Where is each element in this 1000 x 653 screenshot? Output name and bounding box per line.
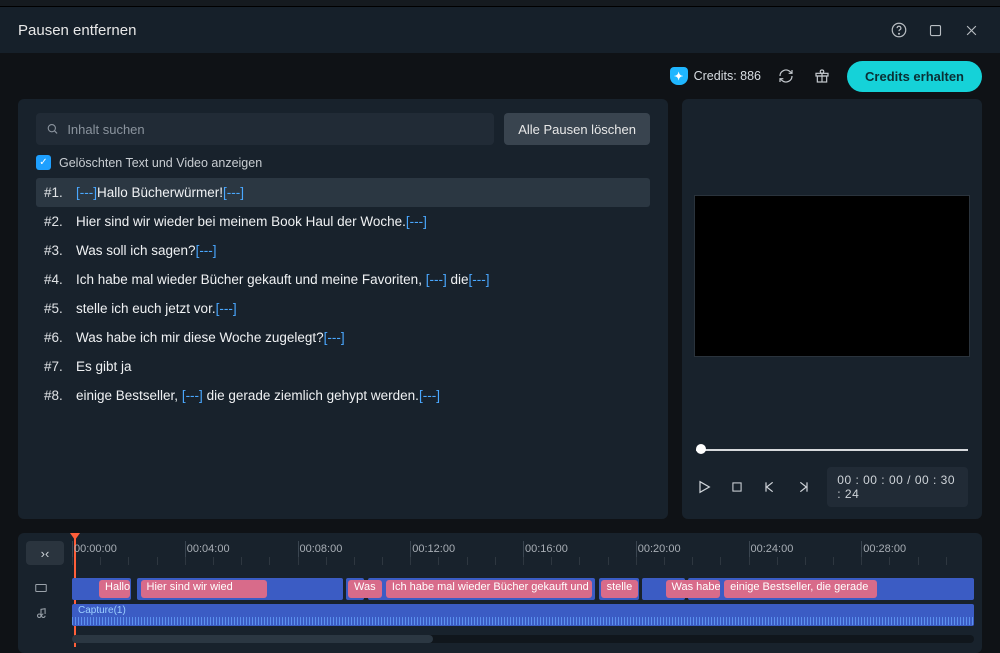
transcript-line[interactable]: #2. Hier sind wir wieder bei meinem Book … bbox=[36, 207, 650, 236]
timecode: 00 : 00 : 00 / 00 : 30 : 24 bbox=[827, 467, 968, 507]
maximize-icon[interactable] bbox=[920, 15, 950, 45]
prev-frame-icon[interactable] bbox=[762, 477, 779, 497]
pause-marker[interactable]: [---] bbox=[76, 185, 97, 200]
delete-all-pauses-button[interactable]: Alle Pausen löschen bbox=[504, 113, 650, 145]
scrub-bar[interactable] bbox=[696, 441, 968, 457]
credits-label: Credits: 886 bbox=[694, 69, 761, 83]
timeline-scrollbar[interactable] bbox=[72, 635, 974, 643]
pause-marker[interactable]: [---] bbox=[223, 185, 244, 200]
transcript-lines: #1.[---]Hallo Bücherwürmer![---]#2.Hier … bbox=[36, 178, 650, 410]
show-deleted-row[interactable]: ✓ Gelöschten Text und Video anzeigen bbox=[36, 155, 650, 170]
clip-label[interactable]: stelle bbox=[601, 580, 639, 598]
audio-clip[interactable]: Capture(1) bbox=[72, 604, 974, 626]
ruler-label: 00:16:00 bbox=[525, 543, 568, 555]
pause-marker[interactable]: [---] bbox=[406, 214, 427, 229]
stop-icon[interactable] bbox=[729, 477, 746, 497]
refresh-icon[interactable] bbox=[775, 65, 797, 87]
transcript-pane: Alle Pausen löschen ✓ Gelöschten Text un… bbox=[18, 99, 668, 519]
ruler-label: 00:20:00 bbox=[638, 543, 681, 555]
snap-button[interactable]: ›‹ bbox=[26, 541, 64, 565]
credits-shield-icon: ✦ bbox=[670, 67, 688, 85]
line-text: die gerade ziemlich gehypt werden. bbox=[203, 388, 419, 403]
line-text: Ich habe mal wieder Bücher gekauft und m… bbox=[76, 272, 426, 287]
show-deleted-checkbox[interactable]: ✓ bbox=[36, 155, 51, 170]
line-number: #5. bbox=[44, 301, 70, 316]
ruler-label: 00:00:00 bbox=[74, 543, 117, 555]
ruler-label: 00:04:00 bbox=[187, 543, 230, 555]
time-ruler[interactable]: 00:00:00 00:04:00 00:08:00 00:12:00 00:16:00… bbox=[72, 541, 974, 575]
titlebar: Pausen entfernen bbox=[0, 7, 1000, 53]
audio-clip-name: Capture(1) bbox=[78, 605, 126, 616]
pause-marker[interactable]: [---] bbox=[196, 243, 217, 258]
pause-marker[interactable]: [---] bbox=[426, 272, 447, 287]
line-number: #1. bbox=[44, 185, 70, 200]
video-track-icon bbox=[34, 581, 56, 598]
line-number: #3. bbox=[44, 243, 70, 258]
transcript-line[interactable]: #4. Ich habe mal wieder Bücher gekauft un… bbox=[36, 265, 650, 294]
search-icon bbox=[46, 122, 59, 136]
transcript-line[interactable]: #8. einige Bestseller, [---] die gerade z… bbox=[36, 381, 650, 410]
transcript-line[interactable]: #5. stelle ich euch jetzt vor.[---] bbox=[36, 294, 650, 323]
show-deleted-label: Gelöschten Text und Video anzeigen bbox=[59, 156, 262, 170]
clip-label[interactable]: Was habe bbox=[666, 580, 720, 598]
line-number: #6. bbox=[44, 330, 70, 345]
clip-label[interactable]: einige Bestseller, die gerade bbox=[724, 580, 877, 598]
preview-pane: 00 : 00 : 00 / 00 : 30 : 24 bbox=[682, 99, 982, 519]
play-icon[interactable] bbox=[696, 477, 713, 497]
line-text: Hallo Bücherwürmer! bbox=[97, 185, 223, 200]
ruler-label: 00:08:00 bbox=[300, 543, 343, 555]
video-preview bbox=[694, 195, 970, 357]
close-icon[interactable] bbox=[956, 15, 986, 45]
window-title: Pausen entfernen bbox=[18, 22, 136, 39]
pause-marker[interactable]: [---] bbox=[468, 272, 489, 287]
line-number: #7. bbox=[44, 359, 70, 374]
clip-label[interactable]: Hier sind wir wied bbox=[141, 580, 267, 598]
clip-label[interactable]: Ich habe mal wieder Bücher gekauft und m bbox=[386, 580, 592, 598]
line-text: einige Bestseller, bbox=[76, 388, 182, 403]
search-box[interactable] bbox=[36, 113, 494, 145]
line-text: Es gibt ja bbox=[76, 359, 132, 374]
help-icon[interactable] bbox=[884, 15, 914, 45]
video-track[interactable]: Hallo Hier sind wir wied Was Ich habe mal … bbox=[72, 577, 974, 601]
line-text: Was habe ich mir diese Woche zugelegt? bbox=[76, 330, 324, 345]
line-text: Hier sind wir wieder bei meinem Book Hau… bbox=[76, 214, 406, 229]
line-text: stelle ich euch jetzt vor. bbox=[76, 301, 216, 316]
transcript-line[interactable]: #1. [---]Hallo Bücherwürmer![---] bbox=[36, 178, 650, 207]
timeline: ›‹ 00:00:00 00:04:00 00:08:00 00:12:00 00:16… bbox=[18, 533, 982, 653]
audio-track[interactable]: Capture(1) bbox=[72, 603, 974, 627]
ruler-label: 00:12:00 bbox=[412, 543, 455, 555]
ruler-label: 00:24:00 bbox=[751, 543, 794, 555]
line-number: #2. bbox=[44, 214, 70, 229]
next-frame-icon[interactable] bbox=[794, 477, 811, 497]
line-text: Was soll ich sagen? bbox=[76, 243, 196, 258]
transcript-line[interactable]: #3. Was soll ich sagen?[---] bbox=[36, 236, 650, 265]
ruler-label: 00:28:00 bbox=[863, 543, 906, 555]
audio-track-icon bbox=[34, 607, 56, 624]
get-credits-button[interactable]: Credits erhalten bbox=[847, 61, 982, 92]
search-input[interactable] bbox=[67, 122, 484, 137]
line-number: #4. bbox=[44, 272, 70, 287]
line-number: #8. bbox=[44, 388, 70, 403]
pause-marker[interactable]: [---] bbox=[182, 388, 203, 403]
credits-badge: ✦ Credits: 886 bbox=[670, 67, 761, 85]
pause-marker[interactable]: [---] bbox=[216, 301, 237, 316]
credits-row: ✦ Credits: 886 Credits erhalten bbox=[0, 53, 1000, 99]
line-text: die bbox=[447, 272, 469, 287]
pause-marker[interactable]: [---] bbox=[419, 388, 440, 403]
transcript-line[interactable]: #6. Was habe ich mir diese Woche zugelegt… bbox=[36, 323, 650, 352]
transcript-line[interactable]: #7. Es gibt ja bbox=[36, 352, 650, 381]
gift-icon[interactable] bbox=[811, 65, 833, 87]
pause-marker[interactable]: [---] bbox=[324, 330, 345, 345]
clip-label[interactable]: Was bbox=[348, 580, 382, 598]
clip-label[interactable]: Hallo bbox=[99, 580, 130, 598]
